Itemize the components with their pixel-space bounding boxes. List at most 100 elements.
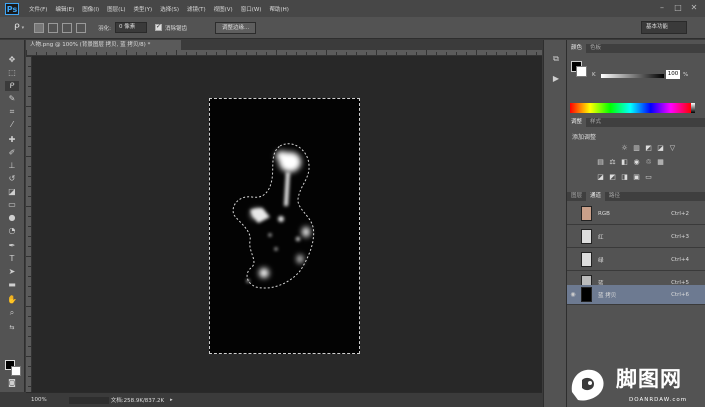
gray-ramp[interactable]	[691, 103, 695, 113]
quick-select-tool-icon[interactable]: ✎	[5, 94, 19, 104]
dodge-tool-icon[interactable]: ◔	[5, 226, 19, 236]
history-brush-icon[interactable]: ↺	[5, 174, 19, 184]
threshold-icon[interactable]: ◨	[621, 174, 628, 181]
photo-filter-icon[interactable]: ◉	[633, 159, 640, 166]
antialias-label: 消除锯齿	[165, 25, 188, 32]
channel-row-red[interactable]: 红 Ctrl+3	[567, 226, 705, 248]
menu-file[interactable]: 文件(F)	[25, 5, 51, 13]
color-spectrum[interactable]	[570, 103, 691, 113]
color-balance-icon[interactable]: ⚖	[609, 159, 616, 166]
antialias-checkbox[interactable]	[155, 23, 163, 31]
lasso-tool-icon[interactable]: ᑭ	[5, 81, 19, 91]
black-white-icon[interactable]: ◧	[621, 159, 628, 166]
channel-mixer-icon[interactable]: ♲	[645, 159, 652, 166]
ruler-tick	[506, 52, 507, 55]
eraser-tool-icon[interactable]: ◪	[5, 187, 19, 197]
path-select-icon[interactable]: ➤	[5, 267, 19, 277]
channel-row-green[interactable]: 绿 Ctrl+4	[567, 249, 705, 271]
ruler-tick	[28, 366, 31, 367]
ruler-tick	[28, 226, 31, 227]
background-color-swatch[interactable]	[11, 366, 21, 376]
type-tool-icon[interactable]: T	[5, 254, 19, 264]
curves-icon[interactable]: ◩	[645, 145, 652, 152]
gradient-tool-icon[interactable]: ▭	[5, 200, 19, 210]
color-panel-background[interactable]	[576, 66, 587, 77]
ruler-tick	[28, 76, 31, 77]
brightness-icon[interactable]: ☼	[621, 145, 628, 152]
ruler-tick	[346, 52, 347, 55]
ruler-tick	[28, 246, 31, 247]
tab-swatches[interactable]: 色板	[586, 44, 605, 53]
chevron-down-icon[interactable]: ▾	[22, 25, 25, 31]
menu-edit[interactable]: 编辑(E)	[51, 5, 78, 13]
channel-name: 蓝 拷贝	[598, 292, 617, 299]
menu-window[interactable]: 窗口(W)	[237, 5, 266, 13]
menu-type[interactable]: 类型(Y)	[130, 5, 157, 13]
minimize-icon[interactable]: –	[657, 3, 667, 13]
tab-color[interactable]: 颜色	[567, 44, 587, 53]
invert-icon[interactable]: ◪	[597, 174, 604, 181]
tab-channels[interactable]: 通道	[586, 192, 606, 201]
k-value-input[interactable]: 100	[666, 70, 680, 79]
menu-layer[interactable]: 图层(L)	[103, 5, 129, 13]
document-size-info[interactable]: 文档:258.9K/837.2K	[111, 396, 164, 404]
feather-input[interactable]: 0 像素	[115, 22, 148, 33]
menu-filter[interactable]: 滤镜(T)	[183, 5, 210, 13]
ruler-tick	[28, 126, 31, 127]
menu-select[interactable]: 选择(S)	[156, 5, 183, 13]
exposure-icon[interactable]: ◪	[657, 145, 664, 152]
tab-styles[interactable]: 样式	[586, 118, 605, 127]
subtract-selection-icon[interactable]	[62, 22, 73, 33]
color-lookup-icon[interactable]: ▦	[657, 159, 664, 166]
eye-icon[interactable]: ◉	[567, 291, 579, 298]
gradient-map-icon[interactable]: ▭	[645, 174, 652, 181]
menu-image[interactable]: 图像(I)	[78, 5, 103, 13]
menu-help[interactable]: 帮助(H)	[265, 5, 292, 13]
pen-tool-icon[interactable]: ✒	[5, 241, 19, 251]
intersect-selection-icon[interactable]	[76, 22, 87, 33]
marquee-tool-icon[interactable]: ⬚	[5, 68, 19, 78]
shape-tool-icon[interactable]: ▬	[5, 280, 19, 290]
blur-tool-icon[interactable]: ●	[5, 213, 19, 223]
selective-color-icon[interactable]: ▣	[633, 174, 640, 181]
menu-view[interactable]: 视图(V)	[210, 5, 237, 13]
brush-tool-icon[interactable]: ✐	[5, 148, 19, 158]
ruler-tick	[256, 52, 257, 55]
document-image[interactable]	[209, 98, 360, 354]
maximize-icon[interactable]: □	[673, 3, 683, 13]
tab-paths[interactable]: 路径	[605, 192, 624, 201]
quick-mask-icon[interactable]: ◙	[5, 378, 19, 388]
lasso-tool-icon[interactable]: ᑭ	[14, 23, 20, 33]
add-selection-icon[interactable]	[48, 22, 59, 33]
ruler-tick	[356, 52, 357, 55]
vibrance-icon[interactable]: ▽	[669, 145, 676, 152]
ruler-tick	[246, 52, 247, 55]
ruler-tick	[28, 266, 31, 267]
tab-adjustments[interactable]: 调整	[567, 118, 587, 127]
k-slider[interactable]	[601, 74, 664, 78]
channel-row-blue-copy[interactable]: ◉ 蓝 拷贝 Ctrl+6	[567, 285, 705, 305]
hue-saturation-icon[interactable]: ▤	[597, 159, 604, 166]
levels-icon[interactable]: ▥	[633, 145, 640, 152]
document-tab[interactable]: 人物.png @ 100% (背景图层 拷贝, 蓝 拷贝/8) *	[26, 40, 181, 50]
ruler-tick	[26, 206, 31, 207]
move-tool-icon[interactable]: ✥	[5, 55, 19, 65]
tab-layers[interactable]: 图层	[567, 192, 586, 201]
swap-colors-icon[interactable]: ⇆	[5, 323, 19, 333]
crop-tool-icon[interactable]: ⌗	[5, 107, 19, 117]
posterize-icon[interactable]: ◩	[609, 174, 616, 181]
history-panel-icon[interactable]: ⧉	[549, 54, 563, 64]
healing-brush-icon[interactable]: ✚	[5, 135, 19, 145]
close-icon[interactable]: ✕	[689, 3, 699, 13]
eyedropper-tool-icon[interactable]: ⁄	[5, 120, 19, 130]
channel-row-rgb[interactable]: RGB Ctrl+2	[567, 203, 705, 225]
new-selection-icon[interactable]	[34, 22, 45, 33]
hand-tool-icon[interactable]: ✋	[5, 295, 19, 305]
zoom-tool-icon[interactable]: ⌕	[5, 308, 19, 318]
refine-edge-button[interactable]: 调整边缘...	[215, 21, 257, 34]
workspace-select[interactable]: 基本功能	[641, 21, 687, 34]
stamp-tool-icon[interactable]: ⊥	[5, 161, 19, 171]
zoom-level[interactable]: 100%	[31, 397, 47, 403]
actions-panel-icon[interactable]: ▶	[549, 74, 563, 84]
status-menu-arrow-icon[interactable]: ▸	[170, 397, 173, 403]
